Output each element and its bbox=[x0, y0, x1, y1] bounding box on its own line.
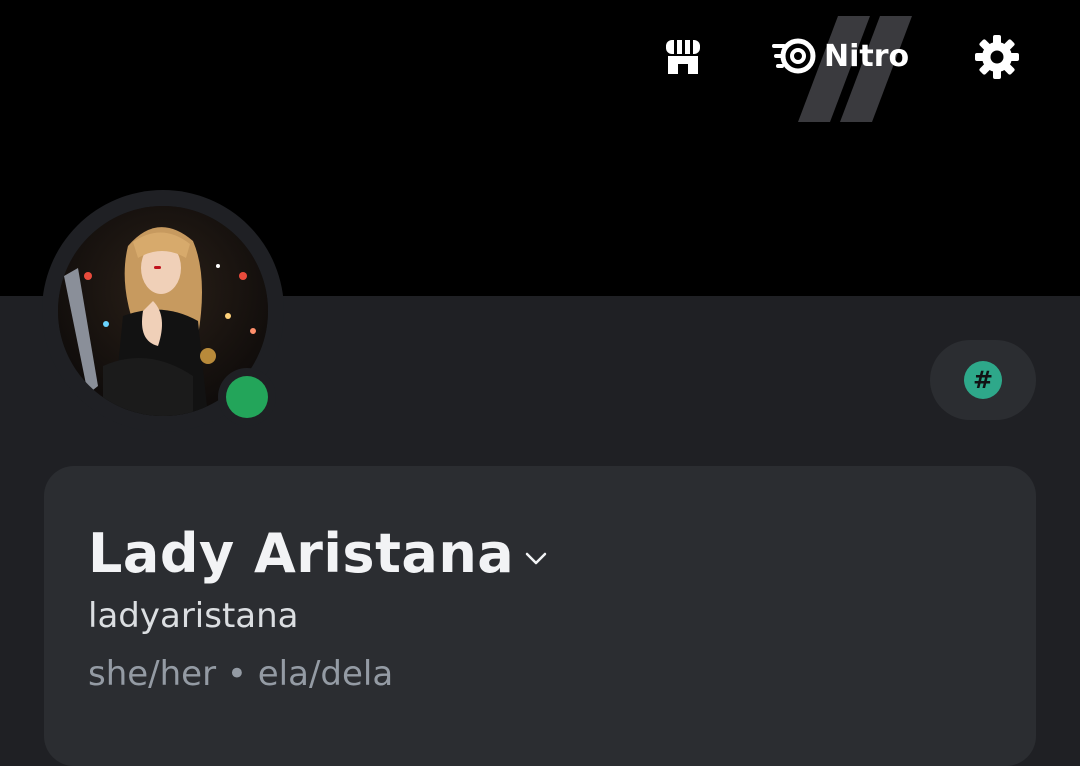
display-name-row[interactable]: Lady Aristana bbox=[88, 522, 550, 586]
hashtag-icon: # bbox=[964, 361, 1002, 399]
settings-button[interactable] bbox=[970, 30, 1024, 84]
online-status-indicator bbox=[226, 376, 268, 418]
nitro-icon bbox=[772, 38, 816, 74]
display-name: Lady Aristana bbox=[88, 522, 515, 585]
server-tag-button[interactable]: # bbox=[930, 340, 1036, 420]
top-actions-bar: Nitro bbox=[0, 0, 1080, 122]
gear-icon bbox=[975, 35, 1019, 79]
nitro-button[interactable]: Nitro bbox=[764, 16, 924, 122]
chevron-down-icon bbox=[525, 552, 547, 565]
profile-card: Lady Aristana ladyaristana she/her • ela… bbox=[44, 466, 1036, 766]
pronouns: she/her • ela/dela bbox=[88, 654, 394, 694]
username: ladyaristana bbox=[88, 596, 299, 636]
shop-icon bbox=[666, 40, 700, 74]
shop-button[interactable] bbox=[660, 34, 706, 80]
nitro-label: Nitro bbox=[824, 38, 910, 74]
